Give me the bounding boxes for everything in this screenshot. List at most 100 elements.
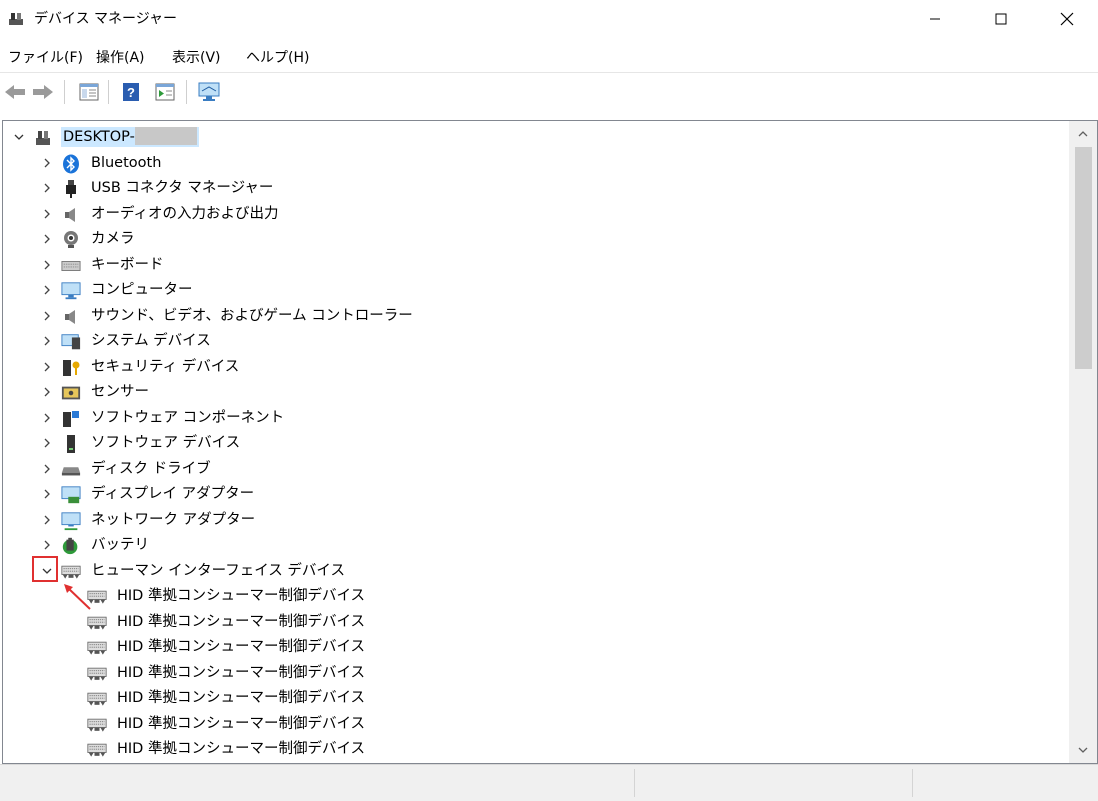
tree-category[interactable]: セキュリティ デバイス xyxy=(3,355,1067,379)
chevron-right-icon[interactable] xyxy=(39,512,55,528)
device-tree-panel: DESKTOP- Bluetooth USB コネクタ マネージャーオーディオの入… xyxy=(2,120,1098,764)
tree-category[interactable]: USB コネクタ マネージャー xyxy=(3,176,1067,200)
toolbar-separator xyxy=(64,80,65,104)
chevron-right-icon[interactable] xyxy=(39,257,55,273)
chevron-right-icon[interactable] xyxy=(39,486,55,502)
tree-item-label: サウンド、ビデオ、およびゲーム コントローラー xyxy=(91,307,413,324)
status-bar xyxy=(0,764,1098,801)
show-action-pane-button[interactable] xyxy=(152,79,178,105)
back-button[interactable] xyxy=(2,79,28,105)
tree-item-label: ネットワーク アダプター xyxy=(91,511,256,528)
software-device-icon xyxy=(61,434,81,454)
sensor-icon xyxy=(61,383,81,403)
chevron-right-icon[interactable] xyxy=(39,359,55,375)
network-adapter-icon xyxy=(61,511,81,531)
tree-item-label: ソフトウェア デバイス xyxy=(91,435,241,451)
svg-text:?: ? xyxy=(127,85,135,100)
chevron-right-icon[interactable] xyxy=(39,384,55,400)
bluetooth-icon xyxy=(61,154,81,174)
scroll-down-arrow-icon[interactable] xyxy=(1069,739,1097,761)
menu-action[interactable]: 操作(A) xyxy=(96,48,145,68)
menu-help[interactable]: ヘルプ(H) xyxy=(246,48,309,68)
scroll-up-arrow-icon[interactable] xyxy=(1069,123,1097,145)
scroll-thumb[interactable] xyxy=(1075,147,1092,369)
speaker-icon xyxy=(61,205,81,225)
tree-category[interactable]: システム デバイス xyxy=(3,329,1067,353)
chevron-right-icon[interactable] xyxy=(39,206,55,222)
tree-category-expanded[interactable]: ヒューマン インターフェイス デバイス xyxy=(3,559,1067,583)
chevron-right-icon[interactable] xyxy=(39,282,55,298)
status-pane-divider xyxy=(912,769,913,797)
tree-category[interactable]: ディスク ドライブ xyxy=(3,457,1067,481)
chevron-right-icon[interactable] xyxy=(39,435,55,451)
tree-item-label: Bluetooth xyxy=(91,154,162,171)
scan-hardware-button[interactable] xyxy=(196,79,222,105)
tree-item-label: ソフトウェア コンポーネント xyxy=(91,409,285,426)
minimize-button[interactable] xyxy=(912,0,958,38)
tree-root[interactable]: DESKTOP- xyxy=(3,125,1067,149)
tree-child-device[interactable]: HID 準拠コンシューマー制御デバイス xyxy=(3,712,1067,736)
tree-category[interactable]: ソフトウェア デバイス xyxy=(3,431,1067,455)
vertical-scrollbar[interactable] xyxy=(1069,121,1097,763)
tree-child-device[interactable]: HID 準拠コンシューマー制御デバイス xyxy=(3,737,1067,761)
chevron-right-icon[interactable] xyxy=(39,537,55,553)
tree-category[interactable]: センサー xyxy=(3,380,1067,404)
forward-button[interactable] xyxy=(30,79,56,105)
tree-category[interactable]: ネットワーク アダプター xyxy=(3,508,1067,532)
display-adapter-icon xyxy=(61,485,81,505)
menu-view[interactable]: 表示(V) xyxy=(172,48,221,68)
tree-category[interactable]: サウンド、ビデオ、およびゲーム コントローラー xyxy=(3,304,1067,328)
tree-item-label: キーボード xyxy=(91,256,164,273)
security-device-icon xyxy=(61,358,81,378)
camera-icon xyxy=(61,230,81,250)
usb-icon xyxy=(61,179,81,199)
chevron-right-icon[interactable] xyxy=(39,461,55,477)
tree-child-device[interactable]: HID 準拠コンシューマー制御デバイス xyxy=(3,610,1067,634)
tree-category[interactable]: ソフトウェア コンポーネント xyxy=(3,406,1067,430)
help-button[interactable]: ? xyxy=(118,79,144,105)
tree-item-label: ヒューマン インターフェイス デバイス xyxy=(91,562,345,579)
tree-item-label: HID 準拠コンシューマー制御デバイス xyxy=(117,741,366,757)
tree-item-label: オーディオの入力および出力 xyxy=(91,205,279,222)
tree-root-label: DESKTOP- xyxy=(61,127,199,147)
chevron-right-icon[interactable] xyxy=(39,155,55,171)
device-tree: DESKTOP- Bluetooth USB コネクタ マネージャーオーディオの入… xyxy=(3,121,1067,763)
maximize-button[interactable] xyxy=(978,0,1024,38)
tree-child-device[interactable]: HID 準拠コンシューマー制御デバイス xyxy=(3,661,1067,685)
menu-file[interactable]: ファイル(F) xyxy=(8,48,83,68)
keyboard-icon xyxy=(61,256,81,276)
tree-item-label: コンピューター xyxy=(91,282,193,298)
tree-category[interactable]: コンピューター xyxy=(3,278,1067,302)
chevron-right-icon[interactable] xyxy=(39,308,55,324)
tree-item-label: システム デバイス xyxy=(91,333,211,349)
tree-category[interactable]: キーボード xyxy=(3,253,1067,277)
tree-category[interactable]: バッテリ xyxy=(3,533,1067,557)
hid-icon xyxy=(87,715,107,735)
tree-item-label: セキュリティ デバイス xyxy=(91,358,240,375)
computer-tower-icon xyxy=(33,128,53,148)
show-hide-console-tree-button[interactable] xyxy=(76,79,102,105)
hid-icon xyxy=(87,613,107,633)
disk-drive-icon xyxy=(61,460,81,480)
tree-item-label: HID 準拠コンシューマー制御デバイス xyxy=(117,715,366,732)
menubar-divider xyxy=(0,72,1098,73)
chevron-right-icon[interactable] xyxy=(39,333,55,349)
hid-icon xyxy=(87,740,107,760)
tree-category[interactable]: ディスプレイ アダプター xyxy=(3,482,1067,506)
tree-child-device[interactable]: HID 準拠コンシューマー制御デバイス xyxy=(3,584,1067,608)
chevron-right-icon[interactable] xyxy=(39,410,55,426)
tree-category[interactable]: オーディオの入力および出力 xyxy=(3,202,1067,226)
tree-category[interactable]: カメラ xyxy=(3,227,1067,251)
tree-child-device[interactable]: HID 準拠コンシューマー制御デバイス xyxy=(3,635,1067,659)
chevron-down-icon[interactable] xyxy=(11,129,27,145)
close-button[interactable] xyxy=(1044,0,1090,38)
tree-category[interactable]: Bluetooth xyxy=(3,151,1067,175)
tree-child-device[interactable]: HID 準拠コンシューマー制御デバイス xyxy=(3,686,1067,710)
chevron-right-icon[interactable] xyxy=(39,231,55,247)
tree-item-label: HID 準拠コンシューマー制御デバイス xyxy=(117,588,366,604)
hid-icon xyxy=(61,562,81,582)
tree-item-label: HID 準拠コンシューマー制御デバイス xyxy=(117,664,366,681)
chevron-right-icon[interactable] xyxy=(39,180,55,196)
title-bar: デバイス マネージャー xyxy=(0,0,1098,38)
toolbar: ? xyxy=(0,74,1098,108)
